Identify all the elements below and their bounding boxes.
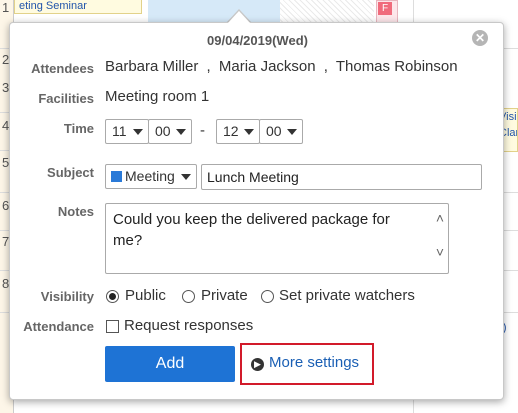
- event-badge: F: [378, 2, 392, 15]
- more-settings-label: More settings: [269, 354, 360, 371]
- visibility-label: Visibility: [40, 289, 94, 304]
- request-responses-label[interactable]: Request responses: [124, 317, 253, 334]
- start-minute-value: 00: [155, 123, 171, 139]
- attendee[interactable]: Barbara Miller: [105, 58, 198, 75]
- attendee[interactable]: Maria Jackson: [219, 58, 316, 75]
- facility-value: Meeting room 1: [105, 88, 210, 105]
- notes-textarea[interactable]: Could you keep the delivered package for…: [105, 203, 449, 274]
- end-hour-value: 12: [223, 123, 239, 139]
- facilities-label: Facilities: [38, 91, 94, 106]
- visibility-private-radio[interactable]: [182, 290, 195, 303]
- attendance-label: Attendance: [23, 319, 94, 334]
- subject-label: Subject: [47, 165, 94, 180]
- popup-pointer-inner: [227, 11, 251, 24]
- end-minute-value: 00: [266, 123, 282, 139]
- add-button[interactable]: Add: [105, 346, 235, 382]
- category-value: Meeting: [125, 168, 175, 184]
- quick-add-popup: 09/04/2019(Wed) ✕ Attendees Barbara Mill…: [9, 11, 504, 400]
- end-minute-select[interactable]: 00: [259, 119, 303, 144]
- close-icon[interactable]: ✕: [472, 30, 488, 46]
- request-responses-checkbox[interactable]: [106, 320, 119, 333]
- attendees-list: Barbara Miller , Maria Jackson , Thomas …: [105, 58, 458, 75]
- attendee[interactable]: Thomas Robinson: [336, 58, 458, 75]
- start-minute-select[interactable]: 00: [148, 119, 192, 144]
- attendees-label: Attendees: [31, 61, 94, 76]
- start-hour-value: 11: [112, 123, 127, 139]
- time-label: Time: [63, 121, 94, 136]
- category-color-swatch: [111, 171, 122, 182]
- subject-category-select[interactable]: Meeting: [105, 164, 197, 189]
- time-separator: -: [200, 122, 205, 139]
- visibility-public-label[interactable]: Public: [125, 287, 166, 304]
- visibility-watchers-label[interactable]: Set private watchers: [279, 287, 415, 304]
- end-hour-select[interactable]: 12: [216, 119, 260, 144]
- visibility-public-radio[interactable]: [106, 290, 119, 303]
- popup-date: 09/04/2019(Wed): [207, 33, 308, 48]
- notes-label: Notes: [57, 204, 94, 219]
- subject-input[interactable]: Lunch Meeting: [201, 164, 482, 190]
- chevron-up-icon[interactable]: ˄: [435, 211, 445, 225]
- visibility-watchers-radio[interactable]: [261, 290, 274, 303]
- chevron-down-icon: [133, 129, 143, 135]
- chevron-right-icon: ▶: [251, 358, 264, 371]
- hour-label: 1: [2, 0, 10, 15]
- chevron-down-icon: [176, 129, 186, 135]
- attendee-separator: ,: [206, 58, 211, 75]
- chevron-down-icon: [287, 129, 297, 135]
- start-hour-select[interactable]: 11: [105, 119, 149, 144]
- attendee-separator: ,: [323, 58, 328, 75]
- visibility-private-label[interactable]: Private: [201, 287, 248, 304]
- chevron-down-icon: [181, 174, 191, 180]
- chevron-down-icon[interactable]: ˅: [435, 245, 445, 259]
- calendar-event[interactable]: eting Seminar: [14, 0, 142, 14]
- chevron-down-icon: [244, 129, 254, 135]
- more-settings-link[interactable]: ▶ More settings: [251, 354, 359, 371]
